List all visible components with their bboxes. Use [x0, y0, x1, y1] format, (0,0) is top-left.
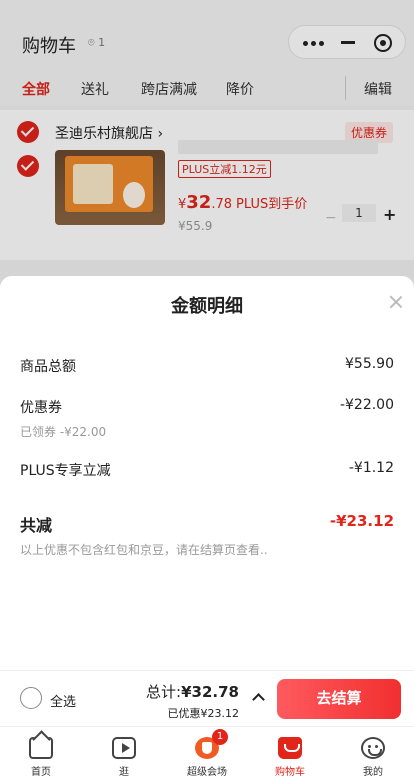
- checkout-button[interactable]: 去结算: [277, 679, 401, 719]
- discount-amount: 已优惠¥23.12: [167, 707, 240, 720]
- amount-detail-sheet: 金额明细 商品总额 ¥55.90 优惠券 -¥22.00 已领券 -¥22.00…: [0, 276, 414, 670]
- face-icon: [361, 737, 385, 759]
- notification-badge: 1: [212, 729, 228, 745]
- discount-note: 以上优惠不包含红包和京豆，请在结算页查看..: [20, 543, 268, 557]
- total-discount-value: -¥23.12: [329, 512, 394, 530]
- select-all-label[interactable]: 全选: [50, 691, 76, 710]
- close-icon[interactable]: [388, 294, 404, 310]
- checkout-bar: 全选 总计:¥32.78 已优惠¥23.12 去结算: [0, 670, 414, 726]
- row-label-goods-total: 商品总额: [20, 359, 76, 375]
- tab-mine[interactable]: 我的: [332, 727, 414, 780]
- row-label-coupon: 优惠券: [20, 400, 62, 416]
- row-label-plus: PLUS专享立减: [20, 463, 111, 479]
- sheet-title: 金额明细: [171, 296, 243, 317]
- coupon-received-note: 已领券 -¥22.00: [20, 425, 107, 439]
- total-discount-label: 共减: [20, 516, 53, 535]
- tab-home[interactable]: 首页: [0, 727, 82, 780]
- chevron-up-icon[interactable]: [252, 693, 265, 706]
- home-icon: [29, 737, 53, 759]
- video-icon: [112, 737, 136, 759]
- tab-super-venue[interactable]: 1 超级会场: [166, 727, 248, 780]
- row-value-plus: -¥1.12: [348, 460, 394, 476]
- tab-browse[interactable]: 逛: [83, 727, 165, 780]
- row-value-coupon: -¥22.00: [339, 397, 394, 413]
- bottom-tab-bar: 首页 逛 1 超级会场 购物车 我的: [0, 726, 414, 780]
- row-value-goods-total: ¥55.90: [345, 356, 394, 372]
- total-price: 总计:¥32.78: [146, 683, 239, 701]
- select-all-checkbox[interactable]: [20, 687, 42, 709]
- cart-icon: [278, 737, 302, 759]
- tab-cart[interactable]: 购物车: [249, 727, 331, 780]
